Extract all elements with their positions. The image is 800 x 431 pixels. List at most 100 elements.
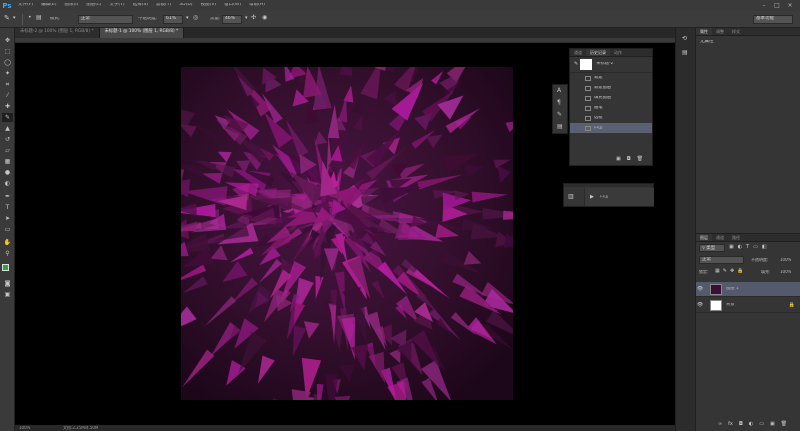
snapshot-label[interactable]: 未标题-2 [596,62,613,66]
adjustment-layer-icon[interactable]: ◐ [749,422,753,427]
document-size[interactable]: 文档:2.25M/4.50M [63,426,98,430]
eye-icon[interactable]: 👁 [696,286,704,292]
maximize-button[interactable]: □ [771,0,783,11]
chevron-down-icon[interactable]: ▾ [186,16,189,21]
history-item[interactable]: 画笔 [570,103,652,113]
airbrush-icon[interactable]: ✣ [251,15,256,21]
lasso-icon[interactable]: ◯ [2,58,13,67]
tab-channels[interactable]: 通道 [712,234,728,241]
marquee-icon[interactable]: ⬚ [2,47,13,56]
filter-type-icon[interactable]: T [746,245,749,250]
pressure-size-icon[interactable]: ◉ [262,15,267,21]
history-item-selected[interactable]: 凸出 [570,123,652,133]
path-select-icon[interactable]: ➤ [2,214,13,223]
history-item[interactable]: 填充图层 [570,93,652,103]
eyedropper-icon[interactable]: ⁄ [2,91,13,100]
menu-3d[interactable]: 3D(D) [175,3,196,8]
brush-panel-icon[interactable]: ▤ [557,124,563,130]
menu-filter[interactable]: 滤镜(T) [152,3,175,8]
move-icon[interactable]: ✥ [2,36,13,45]
filter-shape-icon[interactable]: ▭ [753,245,758,250]
menu-type[interactable]: 文字(Y) [105,3,128,8]
lock-pixels-icon[interactable]: ✎ [723,269,727,274]
menu-file[interactable]: 文件(F) [14,3,37,8]
add-mask-icon[interactable]: ◘ [739,422,743,427]
layer-row[interactable]: 👁 图层 1 [696,282,800,297]
menu-layer[interactable]: 图层(L) [82,3,105,8]
tab-properties[interactable]: 属性 [696,28,712,35]
close-button[interactable]: × [784,0,796,11]
new-document-from-state-icon[interactable]: ▣ [616,157,621,162]
healing-icon[interactable]: ✚ [2,102,13,111]
filter-smart-icon[interactable]: ◧ [762,245,767,250]
tab-paths[interactable]: 路径 [728,234,744,241]
history-brush-icon[interactable]: ↺ [2,135,13,144]
tool-presets-icon[interactable]: ✎ [557,112,562,118]
chevron-down-icon[interactable]: ▾ [245,16,248,21]
play-icon[interactable]: ▶ [590,194,594,200]
dodge-icon[interactable]: ◐ [2,179,13,188]
foreground-color-swatch[interactable] [2,264,9,271]
tab-styles[interactable]: 样式 [728,28,744,35]
quick-mask-icon[interactable]: ◙ [2,279,13,288]
tab-document-1[interactable]: 未标题-1 @ 100% (图层 1, RGB/8) * [99,28,185,38]
opacity-input[interactable]: 61% [163,15,183,24]
history-brush-source-icon[interactable]: ✎ [574,62,578,67]
filter-pixel-icon[interactable]: ▣ [729,245,734,250]
pen-icon[interactable]: ✒ [2,192,13,201]
history-item[interactable]: 新建图层 [570,83,652,93]
trash-icon[interactable]: 🗑 [781,422,787,427]
filter-adjustment-icon[interactable]: ◐ [738,245,742,250]
zoom-level[interactable]: 100% [19,426,30,430]
properties-panel-icon[interactable]: ▤ [682,50,688,56]
document-canvas[interactable] [181,67,513,400]
history-item[interactable]: 新建 [570,73,652,83]
eye-icon[interactable]: 👁 [696,302,704,308]
tab-document-2[interactable]: 未标题-2 @ 100% (图层 1, RGB/8) * [15,28,100,38]
mode-select[interactable]: 正常 [78,15,133,24]
tab-history[interactable]: 历史记录 [586,49,610,56]
layer-style-icon[interactable]: fx [728,422,733,427]
fill-value[interactable]: 100% [780,270,791,274]
paragraph-panel-icon[interactable]: ¶ [557,100,561,106]
tab-channels[interactable]: 通道 [570,49,586,56]
tab-layers[interactable]: 图层 [696,234,712,241]
type-icon[interactable]: T [2,203,13,212]
layer-opacity-value[interactable]: 100% [780,258,791,262]
blend-mode-select[interactable]: 正常 [699,256,744,264]
screen-mode-icon[interactable]: ▣ [2,290,13,299]
brush-preset-icon[interactable]: • [28,15,32,21]
zoom-icon[interactable]: ⚲ [2,249,13,258]
history-item[interactable]: 选框 [570,113,652,123]
flow-input[interactable]: 46% [222,15,242,24]
clone-source-icon[interactable]: ▥ [568,194,574,200]
snapshot-camera-icon[interactable]: ◘ [627,157,631,162]
brush-icon[interactable]: ✎ [4,15,10,22]
gradient-icon[interactable]: ▦ [2,157,13,166]
history-panel-icon[interactable]: ⟲ [682,36,687,42]
brush-tool-icon[interactable]: ✎ [2,113,13,122]
layer-row[interactable]: 👁 背景 🔒 [696,298,800,313]
menu-image[interactable]: 图像(I) [60,3,82,8]
lock-all-icon[interactable]: 🔒 [737,269,743,274]
new-group-icon[interactable]: ▭ [759,422,764,427]
menu-view[interactable]: 视图(V) [197,3,221,8]
hand-icon[interactable]: ✋ [2,238,13,247]
blur-icon[interactable]: ● [2,168,13,177]
workspace-select[interactable]: 基本功能 [753,15,793,24]
link-layers-icon[interactable]: ∞ [718,422,722,427]
tab-actions[interactable]: 动作 [610,49,626,56]
new-layer-icon[interactable]: ▣ [770,422,775,427]
menu-edit[interactable]: 编辑(E) [37,3,60,8]
menu-window[interactable]: 窗口(W) [220,3,245,8]
crop-icon[interactable]: ⌗ [2,80,13,89]
menu-select[interactable]: 选择(S) [129,3,152,8]
lock-position-icon[interactable]: ✥ [730,269,734,274]
brush-panel-icon[interactable]: ▤ [36,15,42,21]
lock-transparency-icon[interactable]: ▦ [715,269,720,274]
character-panel-icon[interactable]: A [557,88,561,94]
pressure-opacity-icon[interactable]: ◎ [193,15,198,21]
trash-icon[interactable]: 🗑 [637,157,643,162]
eraser-icon[interactable]: ▱ [2,146,13,155]
snapshot-thumbnail[interactable] [580,59,593,70]
